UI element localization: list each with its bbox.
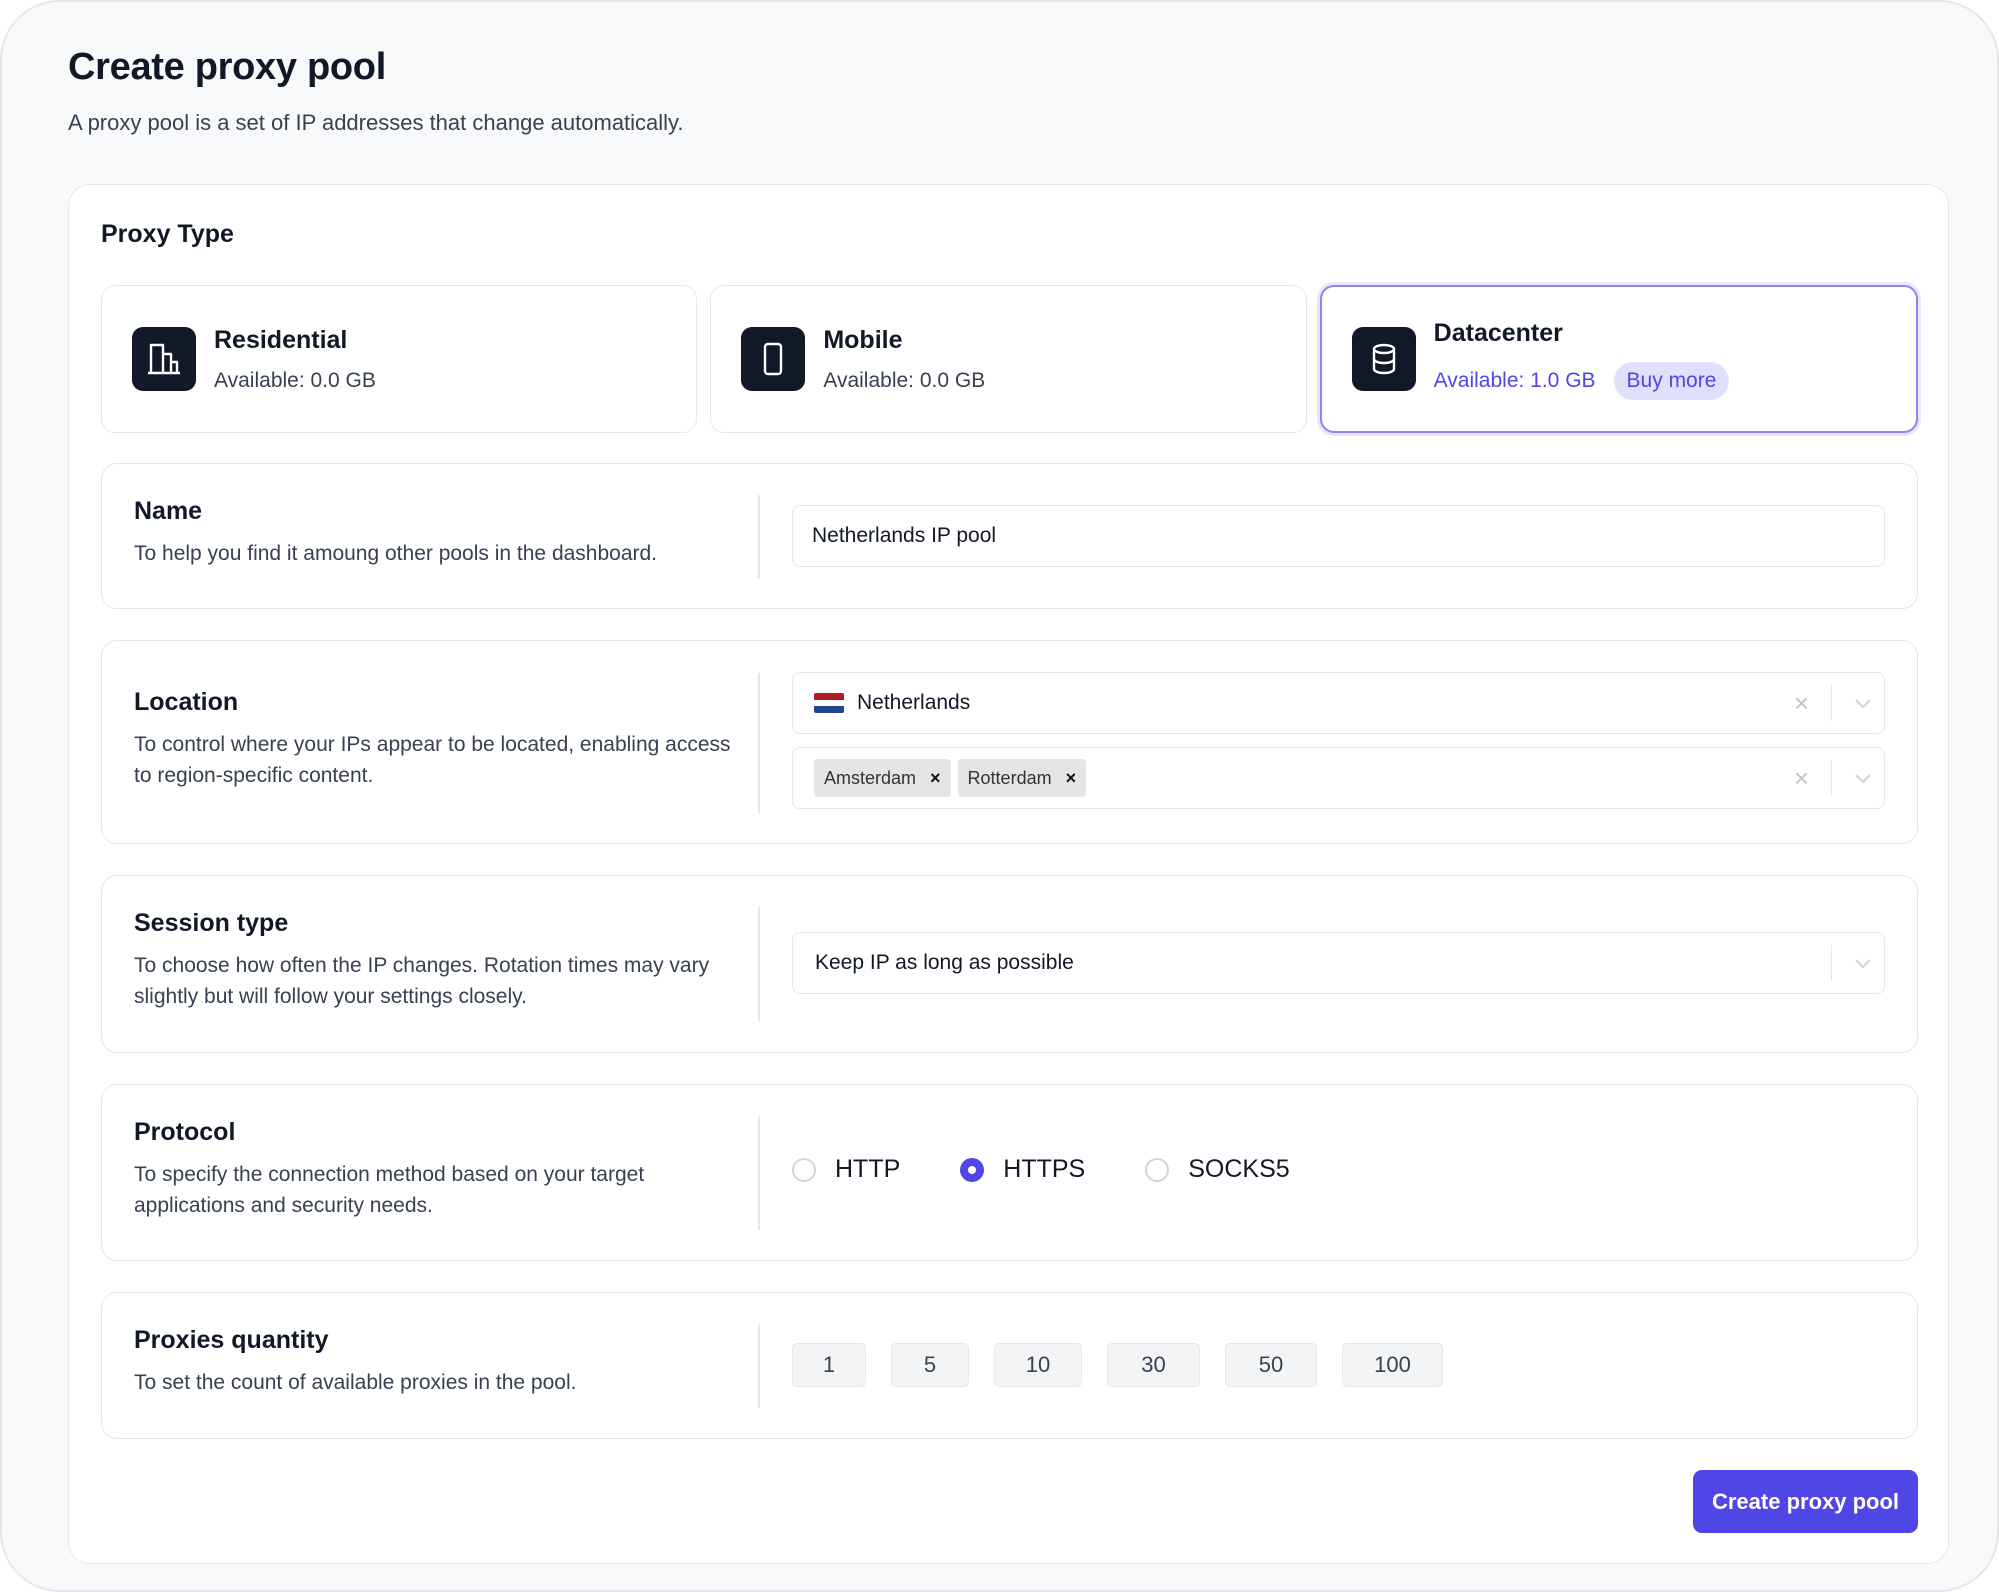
quantity-option[interactable]: 50 — [1225, 1343, 1317, 1387]
section-description: To set the count of available proxies in… — [134, 1371, 577, 1394]
radio-button[interactable] — [1145, 1157, 1170, 1182]
section-description: To specify the connection method based o… — [134, 1163, 645, 1217]
divider — [758, 673, 760, 813]
chevron-down-icon[interactable] — [1846, 958, 1880, 969]
country-select[interactable]: Netherlands × — [792, 672, 1885, 734]
quantity-option[interactable]: 1 — [792, 1343, 866, 1387]
select-separator — [1830, 685, 1832, 721]
chevron-down-icon[interactable] — [1846, 698, 1880, 709]
quantity-option[interactable]: 100 — [1342, 1343, 1443, 1387]
proxy-type-name: Datacenter — [1433, 318, 1563, 347]
proxy-type-available-row: Available: 1.0 GB Buy more — [1433, 361, 1730, 400]
protocol-section: Protocol To specify the connection metho… — [101, 1084, 1918, 1261]
remove-tag-icon[interactable]: × — [930, 768, 941, 789]
proxy-type-mobile[interactable]: Mobile Available: 0.0 GB — [710, 285, 1307, 433]
radio-label: HTTPS — [1003, 1155, 1086, 1183]
session-type-value: Keep IP as long as possible — [815, 951, 1074, 974]
divider — [758, 1324, 760, 1408]
building-icon — [132, 327, 196, 391]
section-title: Name — [134, 497, 203, 525]
quantity-option[interactable]: 10 — [994, 1343, 1082, 1387]
smartphone-icon — [741, 327, 806, 391]
session-type-section: Session type To choose how often the IP … — [101, 875, 1918, 1053]
quantity-section: Proxies quantity To set the count of ava… — [101, 1292, 1918, 1439]
proxy-type-label: Proxy Type — [101, 220, 234, 248]
form-card: Proxy Type Residential Available: 0.0 GB — [68, 184, 1949, 1564]
divider — [758, 495, 760, 579]
quantity-option[interactable]: 30 — [1107, 1343, 1200, 1387]
select-separator — [1830, 945, 1832, 981]
page-subtitle: A proxy pool is a set of IP addresses th… — [68, 110, 684, 135]
section-title: Session type — [134, 909, 289, 937]
quantity-options: 1 5 10 30 50 100 — [792, 1343, 1443, 1387]
protocol-option-http[interactable]: HTTP — [792, 1155, 900, 1184]
proxy-type-datacenter[interactable]: Datacenter Available: 1.0 GB Buy more — [1319, 285, 1918, 433]
city-tag-label: Rotterdam — [967, 767, 1052, 788]
city-tag: Rotterdam × — [957, 759, 1087, 797]
proxy-type-available: Available: 0.0 GB — [823, 368, 986, 392]
radio-button[interactable] — [960, 1157, 985, 1182]
proxy-type-available: Available: 1.0 GB — [1433, 368, 1596, 392]
remove-tag-icon[interactable]: × — [1066, 768, 1077, 789]
section-title: Protocol — [134, 1118, 236, 1146]
city-multiselect[interactable]: Amsterdam × Rotterdam × × — [792, 747, 1885, 809]
section-title: Location — [134, 688, 239, 716]
proxy-type-residential[interactable]: Residential Available: 0.0 GB — [101, 285, 698, 433]
protocol-option-https[interactable]: HTTPS — [960, 1155, 1085, 1184]
city-tag-label: Amsterdam — [824, 767, 917, 788]
section-description: To choose how often the IP changes. Rota… — [134, 954, 710, 1008]
chevron-down-icon[interactable] — [1846, 773, 1880, 784]
window-frame: Create proxy pool A proxy pool is a set … — [0, 0, 1999, 1592]
pool-name-input[interactable]: Netherlands IP pool — [792, 505, 1885, 567]
netherlands-flag-icon — [814, 693, 844, 713]
proxy-type-selector: Residential Available: 0.0 GB Mobile Ava… — [101, 285, 1918, 433]
location-section: Location To control where your IPs appea… — [101, 640, 1918, 844]
city-tag: Amsterdam × — [814, 759, 951, 797]
section-description: To control where your IPs appear to be l… — [134, 733, 731, 787]
page-title: Create proxy pool — [68, 46, 386, 88]
session-type-select[interactable]: Keep IP as long as possible — [792, 932, 1885, 994]
section-title: Proxies quantity — [134, 1326, 329, 1354]
proxy-type-available: Available: 0.0 GB — [214, 368, 376, 392]
radio-label: HTTP — [835, 1155, 901, 1183]
clear-icon[interactable]: × — [1787, 688, 1817, 719]
proxy-type-name: Residential — [214, 325, 348, 354]
protocol-option-socks5[interactable]: SOCKS5 — [1145, 1155, 1290, 1184]
quantity-option[interactable]: 5 — [891, 1343, 969, 1387]
radio-label: SOCKS5 — [1188, 1155, 1290, 1183]
database-icon — [1351, 327, 1416, 391]
divider — [758, 907, 760, 1021]
protocol-radio-group: HTTP HTTPS SOCKS5 — [792, 1155, 1350, 1184]
radio-button[interactable] — [792, 1157, 816, 1182]
name-section: Name To help you find it amoung other po… — [101, 463, 1918, 609]
buy-more-button[interactable]: Buy more — [1613, 361, 1730, 400]
create-proxy-pool-button[interactable]: Create proxy pool — [1693, 1470, 1918, 1533]
section-description: To help you find it amoung other pools i… — [134, 542, 658, 565]
select-separator — [1830, 760, 1832, 796]
proxy-type-name: Mobile — [823, 325, 903, 354]
clear-icon[interactable]: × — [1787, 763, 1817, 794]
divider — [758, 1116, 760, 1230]
country-select-value: Netherlands — [857, 691, 971, 714]
